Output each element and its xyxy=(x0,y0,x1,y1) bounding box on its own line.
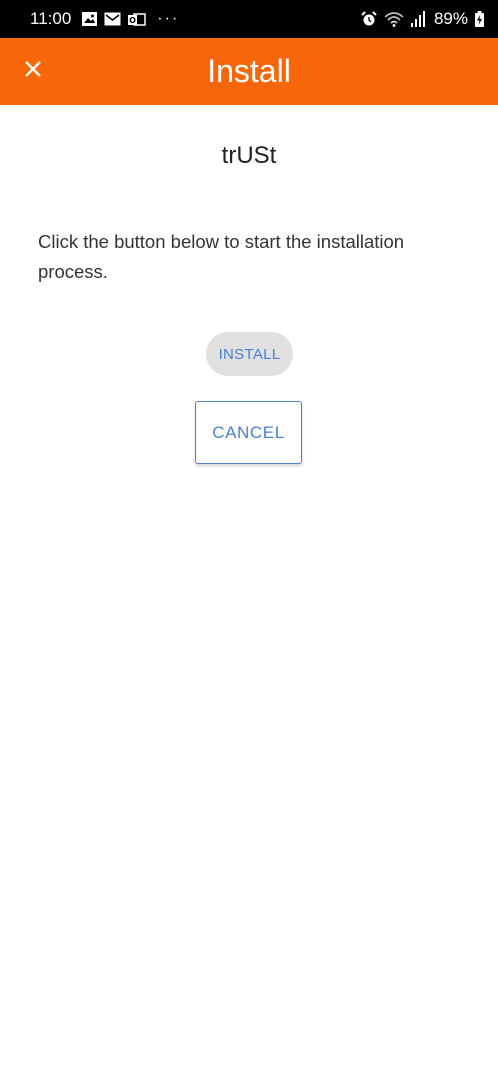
outlook-icon: O xyxy=(128,12,147,27)
signal-icon xyxy=(410,11,425,27)
status-bar: 11:00 O ··· 89% xyxy=(0,0,498,38)
status-time: 11:00 xyxy=(30,9,72,28)
svg-text:O: O xyxy=(129,16,136,25)
wifi-icon xyxy=(384,11,404,27)
image-icon xyxy=(82,12,98,26)
alarm-icon xyxy=(361,11,377,27)
status-left: 11:00 O ··· xyxy=(30,9,179,29)
app-bar: Install xyxy=(0,38,498,105)
mail-icon xyxy=(104,12,121,26)
instructions-text: Click the button below to start the inst… xyxy=(38,231,405,282)
close-button[interactable] xyxy=(18,56,48,86)
more-dots-icon: ··· xyxy=(157,10,180,27)
cancel-button[interactable]: CANCEL xyxy=(195,401,302,464)
close-icon xyxy=(24,60,42,83)
battery-icon xyxy=(475,11,484,27)
install-button[interactable]: INSTALL xyxy=(206,332,293,376)
status-right: 89% xyxy=(361,9,484,29)
page-title: Install xyxy=(207,53,291,89)
battery-percent: 89% xyxy=(433,9,468,28)
app-name: trUSt xyxy=(221,142,277,169)
